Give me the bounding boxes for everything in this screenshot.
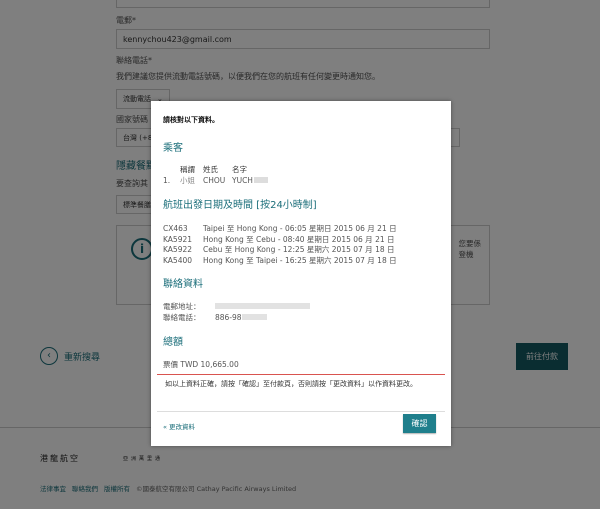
confirm-button[interactable]: 確認 — [403, 414, 436, 433]
flight-time: - 12:25 星期六 2015 07 月 18 日 — [277, 245, 395, 254]
passenger-no: 1. — [163, 176, 171, 185]
flight-route: Taipei 至 Hong Kong — [203, 224, 278, 233]
contact-phone-label: 聯絡電話： — [163, 313, 201, 322]
col-title: 稱謂 — [180, 165, 195, 174]
passenger-surname: CHOU — [203, 176, 226, 185]
contact-heading: 聯絡資料 — [163, 279, 203, 290]
flight-row: KA5400 Hong Kong 至 Taipei - 16:25 星期六 201… — [163, 255, 397, 266]
contact-phone-row: 聯絡電話： 886-98 — [163, 312, 267, 323]
flight-number: KA5400 — [163, 255, 193, 265]
flight-time: - 16:25 星期六 2015 07 月 18 日 — [279, 255, 397, 265]
passenger-title: 小姐 — [180, 176, 195, 185]
fare-text: 票價 TWD 10,665.00 — [163, 360, 239, 369]
flight-time: - 06:05 星期日 2015 06 月 21 日 — [279, 224, 397, 233]
flight-number: CX463 — [163, 224, 188, 233]
contact-email-label: 電郵地址： — [163, 302, 201, 311]
col-given: 名字 — [232, 165, 247, 174]
footer-divider — [157, 411, 445, 412]
redacted-blur — [253, 177, 268, 183]
flight-row: CX463 Taipei 至 Hong Kong - 06:05 星期日 2015… — [163, 223, 397, 234]
redacted-email — [215, 303, 310, 309]
redacted-phone — [241, 314, 267, 320]
flight-route: Cebu 至 Hong Kong — [203, 245, 276, 254]
confirm-dialog: 請核對以下資料。 乘客 稱謂 姓氏 名字 1. 小姐 CHOU YUCH 航班出發日期及時… — [151, 101, 451, 446]
contact-email-row: 電郵地址： — [163, 301, 310, 312]
confirm-note: 如以上資料正確，請按「確認」至付款頁，否則請按「更改資料」以作資料更改。 — [165, 380, 417, 388]
passenger-row: 1. 小姐 CHOU YUCH — [163, 175, 268, 186]
contact-phone-value: 886-98 — [215, 313, 242, 322]
flight-number: KA5922 — [163, 245, 193, 254]
dialog-intro: 請核對以下資料。 — [163, 116, 219, 124]
flight-row: KA5922 Cebu 至 Hong Kong - 12:25 星期六 2015 … — [163, 244, 395, 255]
flight-row: KA5921 Hong Kong 至 Cebu - 08:40 星期日 2015 … — [163, 234, 395, 245]
passenger-given: YUCH — [232, 176, 253, 185]
flights-heading: 航班出發日期及時間 [按24小時制] — [163, 200, 317, 211]
passenger-heading: 乘客 — [163, 143, 183, 154]
total-heading: 總額 — [163, 337, 183, 348]
fare-divider — [157, 374, 445, 375]
flight-route: Hong Kong 至 Taipei — [203, 255, 278, 265]
change-details-link[interactable]: « 更改資料 — [163, 421, 195, 431]
flight-number: KA5921 — [163, 234, 193, 244]
passenger-header-row: 稱謂 姓氏 名字 — [163, 164, 247, 175]
flight-route: Hong Kong 至 Cebu — [203, 234, 276, 244]
col-surname: 姓氏 — [203, 165, 218, 174]
flight-time: - 08:40 星期日 2015 06 月 21 日 — [277, 234, 395, 244]
